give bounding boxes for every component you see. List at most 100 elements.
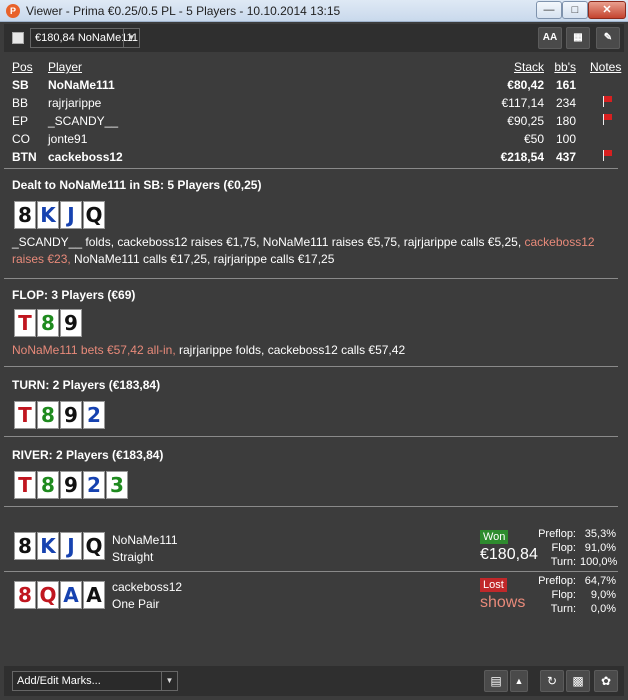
river-title: RIVER: 2 Players (€183,84) <box>12 448 164 462</box>
playing-card: 9 <box>60 401 82 429</box>
players-header-row: Pos Player Stack bb's Notes <box>12 58 621 76</box>
playing-card: T <box>14 309 36 337</box>
playing-card: 3 <box>106 471 128 499</box>
player-bbs: 437 <box>555 150 576 164</box>
playing-card: J <box>60 201 82 229</box>
refresh-icon: ↻ <box>546 674 558 688</box>
playing-card: A <box>83 581 105 609</box>
divider <box>4 168 618 169</box>
player-row[interactable]: BB rajrjarippe €117,14 234 <box>12 94 618 112</box>
marks-dropdown[interactable]: Add/Edit Marks... ▼ <box>12 671 178 691</box>
header-stack[interactable]: Stack <box>514 60 544 74</box>
pencil-icon: ✎ <box>603 32 613 43</box>
sort-arrows-icon: ▲ <box>514 676 524 686</box>
turn-cards: T892 <box>14 401 106 429</box>
player-stack: €90,25 <box>507 114 544 128</box>
share-twitter-button[interactable]: ✿ <box>594 670 618 692</box>
player-position: BB <box>12 96 29 110</box>
equity-label: Turn: <box>550 556 576 568</box>
playing-card: 2 <box>83 471 105 499</box>
playing-card: Q <box>83 532 105 560</box>
header-notes[interactable]: Notes <box>590 60 621 74</box>
playing-card: K <box>37 201 59 229</box>
divider <box>4 366 618 367</box>
font-size-button[interactable]: AA <box>538 27 562 49</box>
save-icon: ▩ <box>572 674 584 688</box>
player-position: CO <box>12 132 30 146</box>
loser-name: cackeboss12 <box>112 580 183 594</box>
equity-value: 35,3% <box>584 528 616 540</box>
flop-cards: T89 <box>14 309 83 337</box>
player-position: SB <box>12 78 29 92</box>
header-pos[interactable]: Pos <box>12 60 33 74</box>
sort-order-button[interactable]: ▲ <box>510 670 528 692</box>
playing-card: Q <box>83 201 105 229</box>
player-bbs: 161 <box>555 78 576 92</box>
close-icon: ✕ <box>602 4 612 16</box>
close-button[interactable]: ✕ <box>588 1 626 19</box>
playing-card: 8 <box>37 471 59 499</box>
playing-card: 2 <box>83 401 105 429</box>
equity-label: Flop: <box>551 589 576 601</box>
player-stack: €218,54 <box>500 150 544 164</box>
divider <box>4 506 618 507</box>
grid-icon: ▦ <box>573 32 583 43</box>
clipboard-icon: ▤ <box>490 674 502 688</box>
playing-card: 8 <box>14 201 36 229</box>
header-bbs[interactable]: bb's <box>554 60 576 74</box>
player-row[interactable]: SB NoNaMe111 €80,42 161 <box>12 76 618 94</box>
hand-checkbox[interactable] <box>12 32 24 44</box>
save-button[interactable]: ▩ <box>566 670 590 692</box>
player-bbs: 234 <box>555 96 576 110</box>
winner-hand-name: Straight <box>112 550 154 564</box>
flop-action-highlight: NoNaMe111 bets €57,42 all-in, <box>12 343 176 357</box>
edit-button[interactable]: ✎ <box>596 27 620 49</box>
note-flag-icon[interactable] <box>602 150 612 161</box>
header-player[interactable]: Player <box>48 60 82 74</box>
marks-dropdown-value: Add/Edit Marks... <box>17 675 101 687</box>
equity-value: 9,0% <box>590 589 616 601</box>
player-position: EP <box>12 114 29 128</box>
player-name: cackeboss12 <box>48 150 123 164</box>
refresh-button[interactable]: ↻ <box>540 670 564 692</box>
maximize-button[interactable]: □ <box>562 1 588 19</box>
winner-cards: 8KJQ <box>14 532 106 560</box>
window-titlebar: P Viewer - Prima €0.25/0.5 PL - 5 Player… <box>0 0 628 22</box>
window-title: Viewer - Prima €0.25/0.5 PL - 5 Players … <box>26 4 341 18</box>
player-name: rajrjarippe <box>48 96 102 110</box>
players-table: Pos Player Stack bb's Notes SB NoNaMe111 €… <box>12 58 621 166</box>
player-position: BTN <box>12 150 37 164</box>
playing-card: K <box>37 532 59 560</box>
note-flag-icon[interactable] <box>602 114 612 125</box>
won-badge: Won <box>480 530 509 544</box>
grid-view-button[interactable]: ▦ <box>566 27 590 49</box>
playing-card: A <box>60 581 82 609</box>
playing-card: 9 <box>60 309 82 337</box>
hand-selector-dropdown[interactable]: €180,84 NoNaMe111 ▼ <box>30 28 140 48</box>
chevron-down-icon: ▼ <box>161 672 177 690</box>
playing-card: 9 <box>60 471 82 499</box>
player-row[interactable]: CO jonte91 €50 100 <box>12 130 618 148</box>
player-rows: SB NoNaMe111 €80,42 161 BB rajrjarippe €117,14… <box>12 76 618 166</box>
equity-value: 100,0% <box>580 556 618 568</box>
note-flag-icon[interactable] <box>602 96 612 107</box>
equity-value: 91,0% <box>584 542 616 554</box>
player-bbs: 100 <box>555 132 576 146</box>
playing-card: 8 <box>37 401 59 429</box>
divider <box>4 278 618 279</box>
divider <box>4 571 618 572</box>
playing-card: 8 <box>14 581 36 609</box>
minimize-icon: — <box>543 4 555 16</box>
loser-hand-name: One Pair <box>112 597 160 611</box>
player-bbs: 180 <box>555 114 576 128</box>
player-name: _SCANDY__ <box>48 114 119 128</box>
equity-label: Preflop: <box>538 528 576 540</box>
player-row[interactable]: EP _SCANDY__ €90,25 180 <box>12 112 618 130</box>
copy-hand-button[interactable]: ▤ <box>484 670 508 692</box>
minimize-button[interactable]: — <box>536 1 562 19</box>
shows-label: shows <box>480 594 526 611</box>
maximize-icon: □ <box>571 4 579 16</box>
player-row[interactable]: BTN cackeboss12 €218,54 437 <box>12 148 618 166</box>
playing-card: T <box>14 471 36 499</box>
river-cards: T8923 <box>14 471 129 499</box>
